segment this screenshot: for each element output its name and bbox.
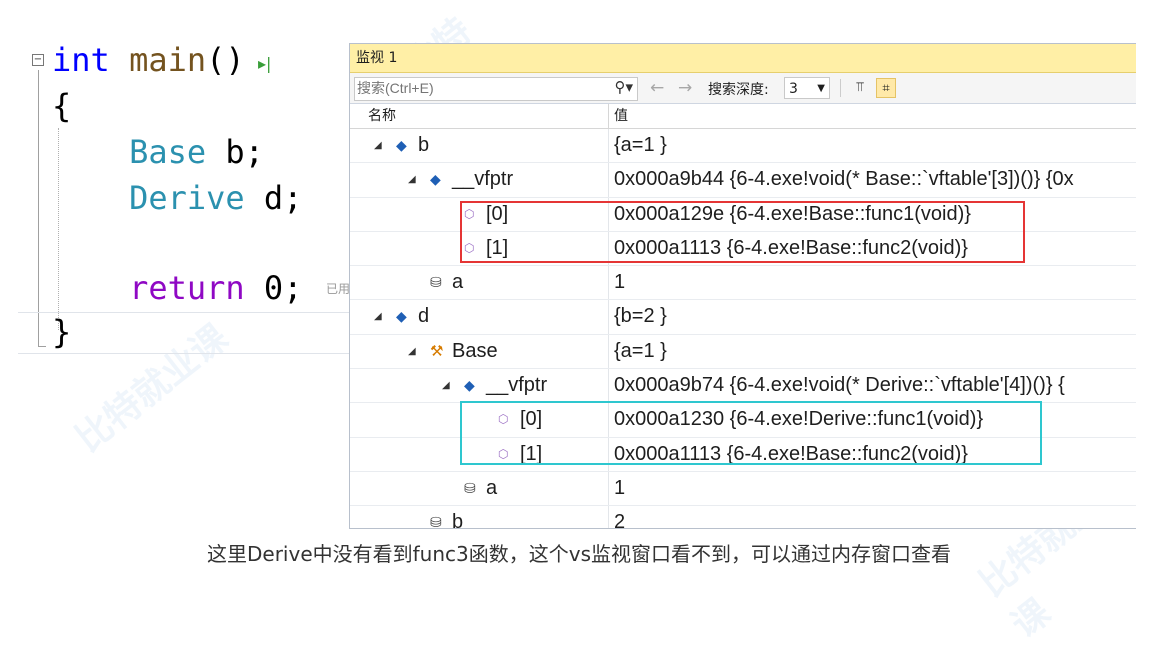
expand-collapse-icon[interactable]: ◢: [374, 129, 382, 162]
elapsed-time-hint: 已用: [326, 282, 351, 296]
column-divider: [608, 266, 609, 300]
watch-row-name[interactable]: a: [452, 266, 463, 299]
expand-collapse-icon[interactable]: ◢: [442, 369, 450, 402]
column-divider: [608, 334, 609, 369]
watch-row-name[interactable]: b: [452, 506, 463, 528]
field-icon: ⛁: [464, 479, 476, 496]
run-to-cursor-icon[interactable]: ▸|: [258, 54, 271, 73]
watch-row-value[interactable]: 2: [614, 506, 625, 528]
code-token: b;: [206, 133, 264, 171]
watch-row[interactable]: ⛁ a 1: [350, 266, 1136, 301]
code-token: (): [206, 41, 245, 79]
code-token: return: [129, 269, 245, 307]
object-icon: ◆: [430, 171, 441, 188]
code-line[interactable]: Derive d;: [52, 178, 302, 218]
object-icon: ◆: [464, 377, 475, 394]
column-divider: [608, 300, 609, 334]
search-forward-arrow-icon[interactable]: →: [678, 78, 692, 98]
watch-row-name[interactable]: __vfptr: [486, 369, 547, 402]
column-divider: [608, 506, 609, 528]
toolbar-separator: [840, 79, 841, 97]
hex-view-toggle-icon[interactable]: ⌗: [876, 78, 896, 98]
column-divider: [608, 471, 609, 506]
watch-row-name[interactable]: d: [418, 300, 429, 333]
search-box[interactable]: ⚲▾: [354, 77, 638, 101]
field-icon: ⛁: [430, 274, 442, 291]
watch-row-value[interactable]: 1: [614, 266, 625, 299]
code-line[interactable]: Base b;: [52, 132, 264, 172]
watch-row[interactable]: ◢ ◆ d {b=2 }: [350, 300, 1136, 335]
code-token: {: [52, 87, 72, 125]
code-token: Derive: [129, 179, 245, 217]
base-class-icon: ⚒: [430, 342, 444, 360]
expand-collapse-icon[interactable]: ◢: [408, 163, 416, 196]
watch-window: 监视 1 ⚲▾ ← → 搜索深度: 3 ▼ ⫪ ⌗ 名称 值 ◢◆b{a=1 }…: [349, 43, 1136, 529]
watch-row[interactable]: ◢ ◆ __vfptr 0x000a9b74 {6-4.exe!void(* Deri…: [350, 369, 1136, 404]
object-icon: ◆: [396, 137, 407, 153]
search-back-arrow-icon[interactable]: ←: [650, 78, 664, 98]
watch-rows: ◢ ◆ b {a=1 } ◢ ◆ __vfptr 0x000a9b44 {6-4.exe!vo…: [350, 129, 1136, 529]
watch-row-value[interactable]: {a=1 }: [614, 335, 667, 368]
watch-row-name[interactable]: a: [486, 472, 497, 505]
watch-row-value[interactable]: 0x000a9b44 {6-4.exe!void(* Base::`vftabl…: [614, 163, 1074, 196]
column-divider: [608, 129, 609, 163]
code-token: Base: [129, 133, 207, 171]
fold-guide: [38, 70, 39, 346]
code-token: d;: [244, 179, 303, 217]
search-depth-label: 搜索深度:: [708, 82, 769, 98]
expand-collapse-icon[interactable]: ◢: [374, 300, 382, 333]
watch-row[interactable]: ◢ ⚒ Base {a=1 }: [350, 334, 1136, 370]
pin-filter-icon[interactable]: ⫪: [850, 78, 870, 98]
code-token: 0;: [244, 269, 303, 307]
column-divider: [608, 163, 609, 197]
code-token: main: [129, 41, 207, 79]
code-line[interactable]: int main(): [52, 40, 245, 80]
column-header-name[interactable]: 名称: [368, 104, 396, 128]
chevron-down-icon: ▼: [817, 83, 825, 94]
column-divider: [608, 369, 609, 403]
watch-row-value[interactable]: 0x000a9b74 {6-4.exe!void(* Derive::`vfta…: [614, 369, 1065, 402]
code-line[interactable]: return 0;: [52, 268, 302, 308]
watch-title[interactable]: 监视 1: [350, 44, 1136, 73]
code-line[interactable]: {: [52, 86, 71, 126]
watch-row-name[interactable]: b: [418, 129, 429, 162]
highlight-box-base-vtable: [460, 201, 1025, 263]
watch-row-value[interactable]: 1: [614, 472, 625, 505]
caption: 这里Derive中没有看到func3函数，这个vs监视窗口看不到，可以通过内存窗…: [207, 542, 951, 566]
watch-row[interactable]: ⛁ b 2: [350, 506, 1136, 529]
watch-row-value[interactable]: {b=2 }: [614, 300, 667, 333]
search-depth-select[interactable]: 3 ▼: [784, 77, 830, 99]
watch-row[interactable]: ◢ ◆ __vfptr 0x000a9b44 {6-4.exe!void(* Base…: [350, 163, 1136, 198]
watch-row[interactable]: ◢ ◆ b {a=1 }: [350, 129, 1136, 164]
object-icon: ◆: [396, 308, 407, 325]
column-header-value[interactable]: 值: [614, 104, 628, 128]
expand-collapse-icon[interactable]: ◢: [408, 335, 416, 368]
editor-bottom-bar: [18, 312, 350, 354]
code-token: int: [52, 41, 110, 79]
column-header: 名称 值: [350, 104, 1136, 129]
highlight-box-derive-vtable: [460, 401, 1042, 465]
watch-row-name[interactable]: __vfptr: [452, 163, 513, 196]
watch-row[interactable]: ⛁ a 1: [350, 471, 1136, 507]
watch-row-name[interactable]: Base: [452, 335, 498, 368]
search-input[interactable]: [355, 78, 597, 98]
watch-toolbar: ⚲▾ ← → 搜索深度: 3 ▼ ⫪ ⌗: [350, 73, 1136, 104]
collapse-toggle-icon[interactable]: −: [32, 54, 44, 66]
search-depth-value: 3: [789, 81, 798, 97]
search-icon[interactable]: ⚲▾: [614, 78, 633, 96]
column-splitter[interactable]: [608, 104, 609, 128]
watch-row-value[interactable]: {a=1 }: [614, 129, 667, 162]
field-icon: ⛁: [430, 514, 442, 529]
